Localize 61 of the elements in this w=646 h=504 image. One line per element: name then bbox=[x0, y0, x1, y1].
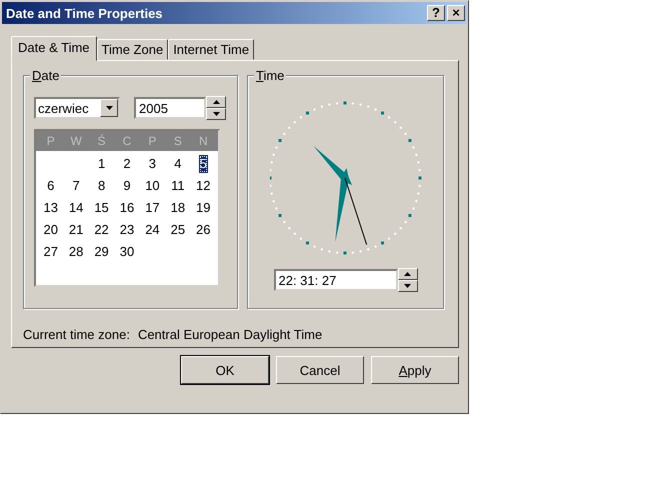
calendar-day[interactable]: 16 bbox=[118, 199, 136, 217]
spin-down-button[interactable] bbox=[398, 280, 418, 292]
tab[interactable]: Time Zone bbox=[96, 39, 168, 60]
calendar-day[interactable]: 8 bbox=[96, 177, 106, 195]
calendar-day[interactable]: 14 bbox=[68, 199, 84, 217]
calendar-day[interactable]: 11 bbox=[170, 177, 186, 195]
time-zone-value: Central European Daylight Time bbox=[138, 327, 322, 342]
window-title: Date and Time Properties bbox=[6, 6, 164, 20]
group-label: Time bbox=[254, 68, 286, 83]
down-arrow-icon bbox=[212, 112, 220, 116]
help-button[interactable]: ? bbox=[427, 5, 445, 21]
calendar-day[interactable]: 23 bbox=[118, 221, 136, 239]
calendar-day[interactable]: 21 bbox=[68, 221, 84, 239]
weekday-label: W bbox=[69, 134, 83, 148]
calendar-day[interactable]: 28 bbox=[68, 243, 84, 261]
calendar-day[interactable]: 20 bbox=[42, 221, 59, 239]
time-zone-label: Current time zone: bbox=[23, 327, 130, 342]
weekday-label: S bbox=[172, 134, 183, 148]
up-arrow-icon bbox=[212, 100, 220, 104]
calendar-day[interactable]: 10 bbox=[144, 177, 161, 195]
close-button[interactable]: × bbox=[447, 5, 465, 21]
ok-button[interactable]: OK bbox=[181, 356, 269, 384]
calendar-day[interactable]: 24 bbox=[144, 221, 161, 239]
calendar-day[interactable]: 4 bbox=[173, 155, 182, 173]
calendar-day[interactable]: 26 bbox=[195, 221, 212, 239]
apply-button[interactable]: Apply bbox=[371, 356, 459, 384]
dropdown-arrow-icon bbox=[106, 106, 112, 110]
calendar-day[interactable]: 15 bbox=[93, 199, 110, 217]
calendar-day[interactable]: 29 bbox=[93, 243, 110, 261]
tab[interactable]: Date & Time bbox=[11, 36, 97, 61]
calendar-day[interactable]: 12 bbox=[195, 177, 212, 195]
calendar-day[interactable]: 17 bbox=[144, 199, 161, 217]
spin-up-button[interactable] bbox=[398, 268, 418, 280]
calendar-day[interactable]: 1 bbox=[96, 155, 106, 173]
cancel-button[interactable]: Cancel bbox=[276, 356, 364, 384]
calendar-day[interactable]: 27 bbox=[42, 243, 59, 261]
calendar-day[interactable]: 7 bbox=[72, 177, 81, 195]
calendar-day[interactable]: 25 bbox=[170, 221, 186, 239]
spin-down-button[interactable] bbox=[206, 108, 226, 120]
weekday-label: P bbox=[147, 134, 158, 148]
weekday-label: Ś bbox=[96, 134, 107, 148]
calendar-day[interactable]: 6 bbox=[46, 177, 56, 195]
calendar-day[interactable]: 30 bbox=[118, 243, 136, 261]
calendar-day[interactable]: 19 bbox=[195, 199, 212, 217]
calendar-day[interactable]: 2 bbox=[122, 155, 132, 173]
weekday-label: P bbox=[46, 134, 56, 148]
year-field[interactable]: 2005 bbox=[134, 97, 206, 119]
calendar-day[interactable]: 13 bbox=[42, 199, 59, 217]
spin-up-button[interactable] bbox=[206, 96, 226, 108]
tab[interactable]: Internet Time bbox=[168, 39, 254, 60]
calendar-day[interactable]: 3 bbox=[148, 155, 158, 173]
group-label: Date bbox=[30, 68, 62, 83]
calendar-day[interactable]: 22 bbox=[93, 221, 110, 239]
calendar-day[interactable]: 18 bbox=[170, 199, 186, 217]
time-field[interactable]: 22: 31: 27 bbox=[274, 269, 398, 291]
calendar-day[interactable]: 9 bbox=[122, 177, 132, 195]
weekday-label: N bbox=[198, 134, 209, 148]
down-arrow-icon bbox=[404, 284, 411, 288]
weekday-label: C bbox=[122, 134, 132, 148]
month-dropdown[interactable]: czerwiec bbox=[34, 97, 120, 119]
up-arrow-icon bbox=[404, 272, 411, 276]
